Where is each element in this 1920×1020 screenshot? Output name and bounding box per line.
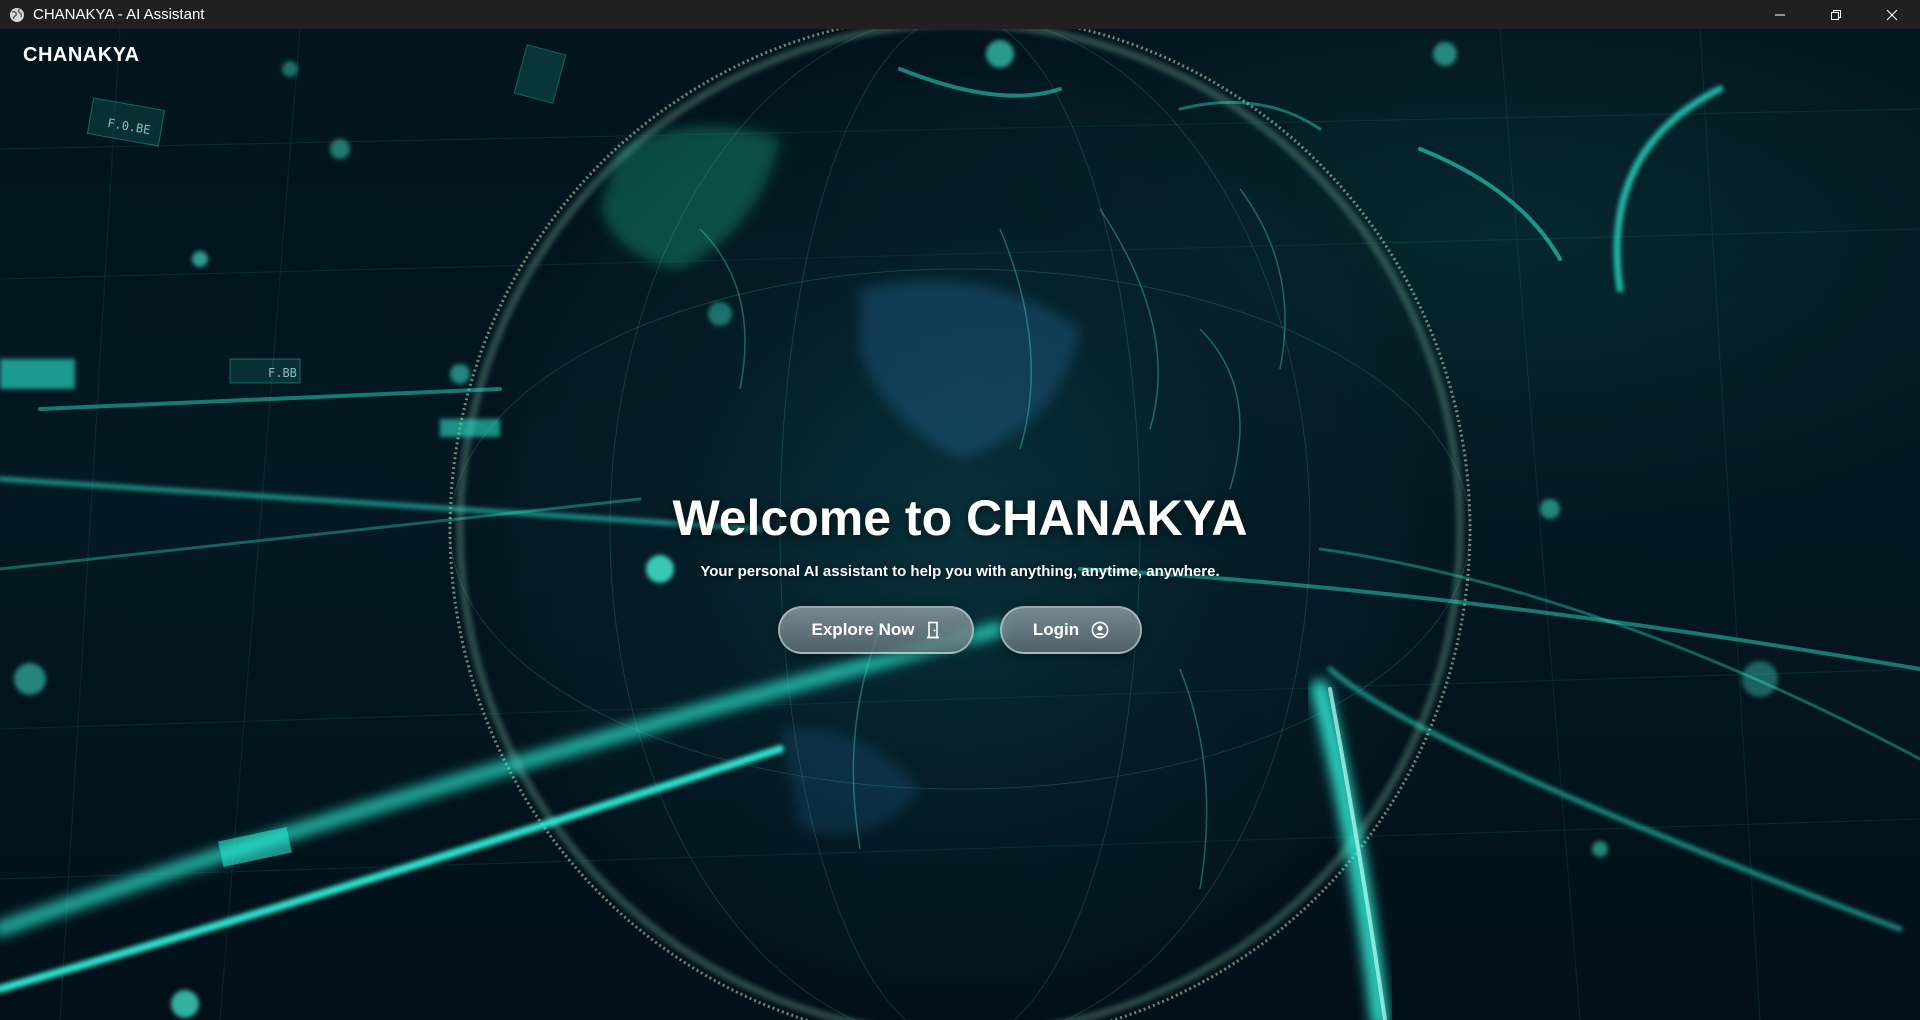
brand-logo[interactable]: CHANAKYA <box>23 44 140 67</box>
bg-label-2: F.BB <box>268 366 297 380</box>
user-circle-icon <box>1091 621 1109 639</box>
restore-icon <box>1831 9 1841 20</box>
hero-subtitle: Your personal AI assistant to help you w… <box>700 563 1220 580</box>
close-icon <box>1886 9 1898 20</box>
minimize-button[interactable] <box>1752 0 1808 29</box>
minimize-icon <box>1775 14 1785 15</box>
door-icon <box>926 621 940 639</box>
login-label: Login <box>1032 620 1080 639</box>
hero-background: F.0.BE F.BB CHANAKYA Welcome to CHANAKYA… <box>0 29 1920 1020</box>
window-titlebar: CHANAKYA - AI Assistant <box>0 0 1920 29</box>
window-title: CHANAKYA - AI Assistant <box>33 6 205 23</box>
globe-icon <box>9 7 25 23</box>
close-button[interactable] <box>1864 0 1920 29</box>
explore-now-button[interactable]: Explore Now <box>778 606 974 654</box>
hero-title: Welcome to CHANAKYA <box>672 490 1248 546</box>
window-controls <box>1752 0 1920 29</box>
hero-section: Welcome to CHANAKYA Your personal AI ass… <box>0 489 1920 654</box>
explore-now-label: Explore Now <box>811 620 915 639</box>
login-button[interactable]: Login <box>1000 606 1142 654</box>
hero-buttons: Explore Now Login <box>778 606 1142 654</box>
restore-button[interactable] <box>1808 0 1864 29</box>
